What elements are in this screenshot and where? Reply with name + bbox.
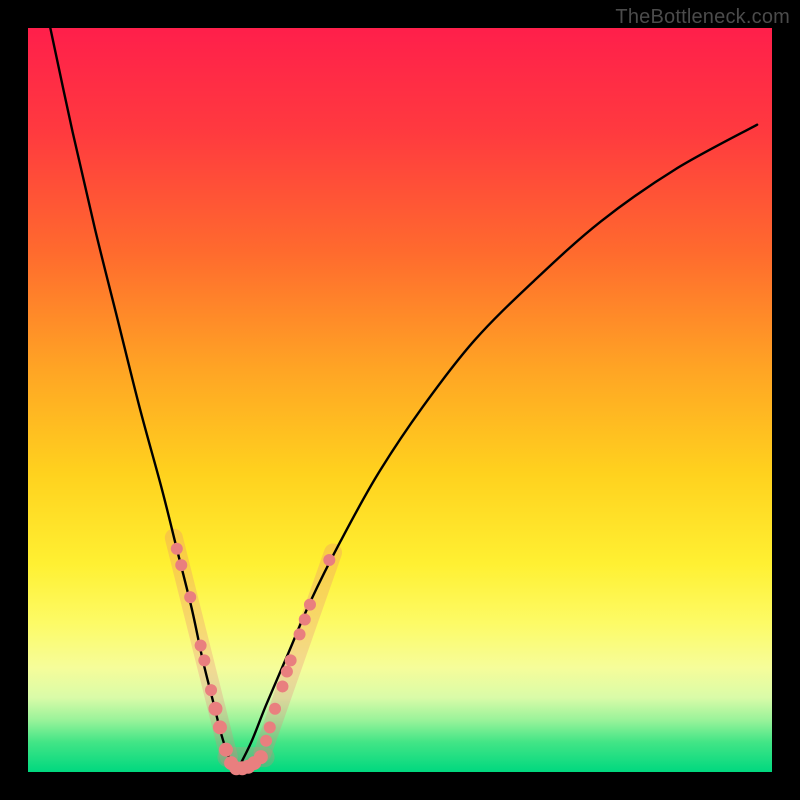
marker-dot-left: [171, 543, 183, 555]
marker-dot-right: [294, 628, 306, 640]
marker-dot-left: [195, 640, 207, 652]
frame: TheBottleneck.com: [0, 0, 800, 800]
marker-dot-right: [269, 703, 281, 715]
marker-dot-right: [285, 654, 297, 666]
marker-dot-left: [219, 743, 233, 757]
marker-dot-right: [299, 613, 311, 625]
watermark: TheBottleneck.com: [615, 6, 790, 29]
marker-dot-left: [213, 720, 227, 734]
curve-right-branch: [236, 125, 757, 772]
marker-dot-right: [276, 680, 288, 692]
marker-dot-right: [264, 721, 276, 733]
marker-dot-left: [205, 684, 217, 696]
marker-dot-right: [304, 599, 316, 611]
marker-dot-left: [184, 591, 196, 603]
marker-dot-left: [175, 559, 187, 571]
marker-dot-right: [260, 735, 272, 747]
marker-dot-left: [208, 702, 222, 716]
marker-dot-bottom: [254, 750, 268, 764]
curves-svg: [28, 28, 772, 772]
marker-dot-right: [281, 666, 293, 678]
marker-dot-left: [198, 654, 210, 666]
marker-dot-right: [323, 554, 335, 566]
